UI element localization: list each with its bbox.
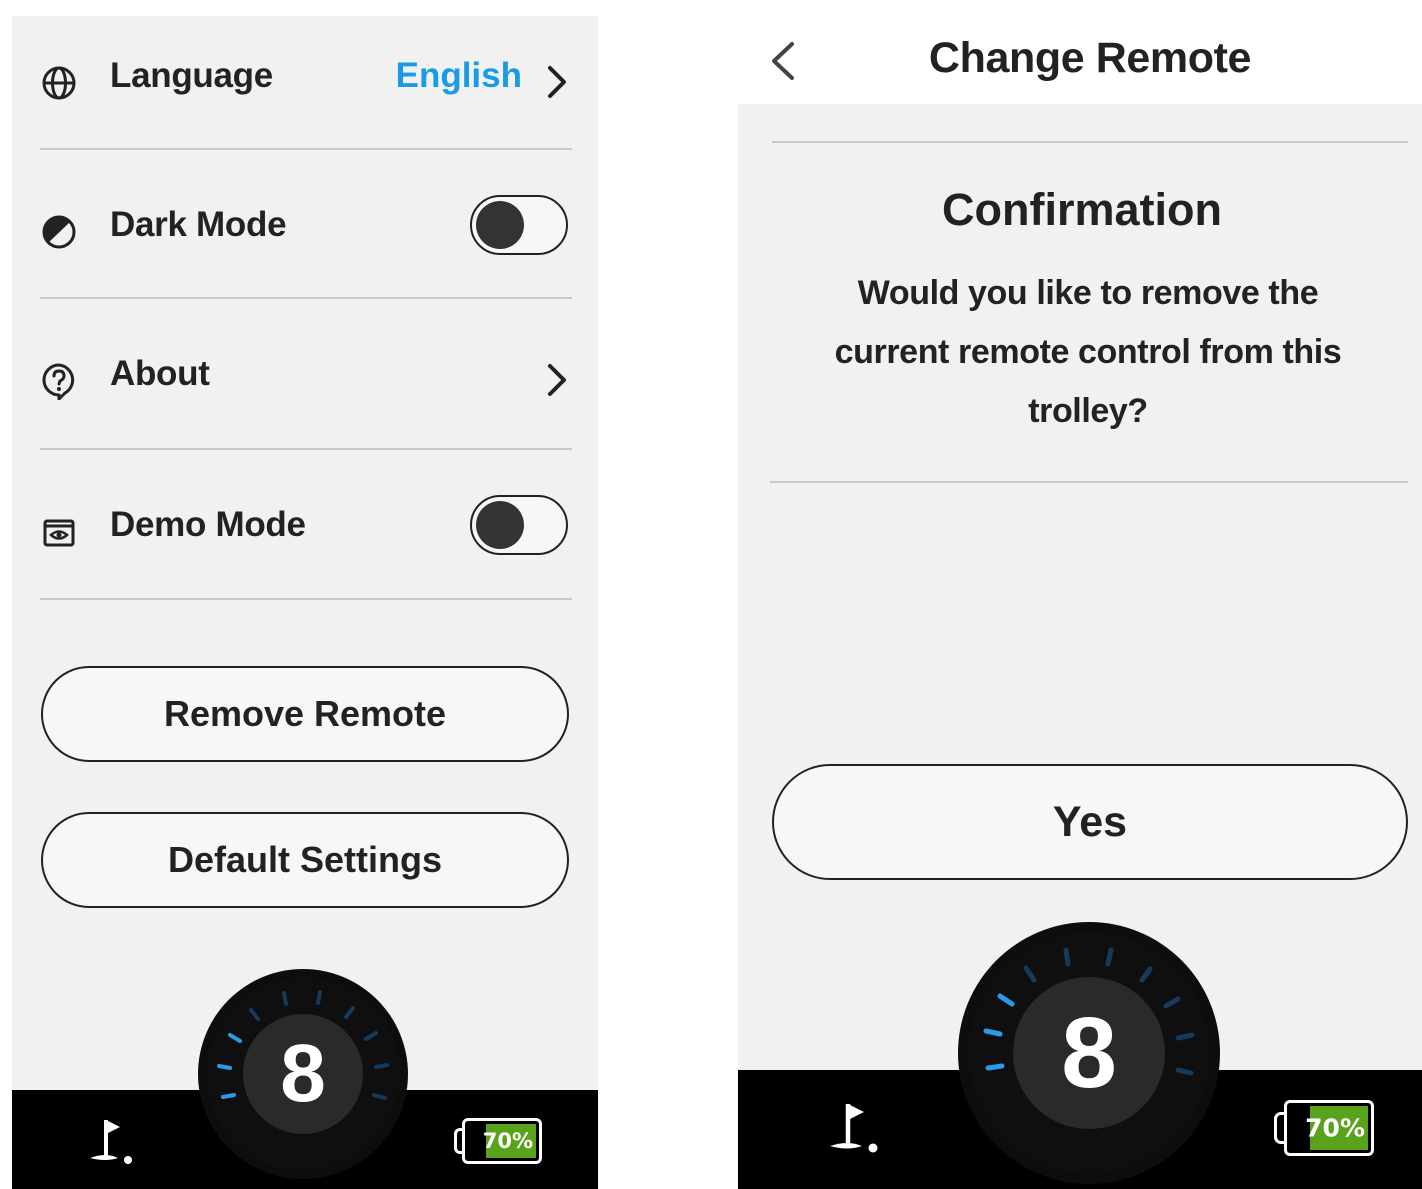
speed-dial[interactable]: 8 bbox=[968, 932, 1210, 1174]
remove-remote-button[interactable]: Remove Remote bbox=[41, 666, 569, 762]
demo-mode-label: Demo Mode bbox=[110, 505, 306, 544]
change-remote-screen: Confirmation Would you like to remove th… bbox=[738, 104, 1422, 1189]
dial-number: 8 bbox=[280, 1028, 326, 1119]
dark-mode-toggle[interactable] bbox=[470, 195, 568, 255]
battery-cap bbox=[454, 1128, 464, 1154]
confirmation-message: Would you like to remove the current rem… bbox=[834, 274, 1342, 430]
back-chevron-icon[interactable] bbox=[766, 38, 798, 84]
battery-percent: 70% bbox=[482, 1129, 533, 1153]
golf-flag-icon[interactable] bbox=[84, 1116, 134, 1168]
question-bubble-icon bbox=[40, 362, 78, 400]
battery-indicator: 70% bbox=[1284, 1100, 1374, 1156]
half-circle-icon bbox=[40, 213, 78, 251]
divider bbox=[40, 448, 572, 450]
divider bbox=[772, 141, 1408, 143]
toggle-knob bbox=[476, 501, 524, 549]
dark-mode-label: Dark Mode bbox=[110, 205, 287, 244]
divider bbox=[770, 481, 1408, 483]
speed-dial[interactable]: 8 bbox=[206, 977, 400, 1171]
dial-number: 8 bbox=[1061, 996, 1117, 1109]
chevron-right-icon[interactable] bbox=[542, 360, 572, 400]
golf-flag-icon[interactable] bbox=[824, 1100, 880, 1158]
toggle-knob bbox=[476, 201, 524, 249]
divider bbox=[40, 148, 572, 150]
demo-mode-row: Demo Mode bbox=[12, 495, 598, 555]
language-row[interactable]: Language English bbox=[12, 46, 598, 106]
dark-mode-row: Dark Mode bbox=[12, 195, 598, 255]
language-value[interactable]: English bbox=[396, 56, 522, 96]
default-settings-button[interactable]: Default Settings bbox=[41, 812, 569, 908]
confirmation-title: Confirmation bbox=[942, 184, 1222, 235]
page-title: Change Remote bbox=[928, 34, 1252, 82]
demo-mode-toggle[interactable] bbox=[470, 495, 568, 555]
eye-box-icon bbox=[40, 513, 78, 551]
globe-icon bbox=[40, 64, 78, 102]
battery-cap bbox=[1274, 1112, 1286, 1144]
battery-indicator: 70% bbox=[462, 1118, 542, 1164]
language-label: Language bbox=[110, 56, 273, 95]
battery-percent: 70% bbox=[1305, 1113, 1365, 1143]
about-row[interactable]: About bbox=[12, 344, 598, 404]
yes-button[interactable]: Yes bbox=[772, 764, 1408, 880]
divider bbox=[40, 297, 572, 299]
divider bbox=[40, 598, 572, 600]
settings-screen: Language English Dark Mode About Demo Mo… bbox=[12, 16, 598, 1189]
about-label: About bbox=[110, 354, 210, 393]
chevron-right-icon[interactable] bbox=[542, 62, 572, 102]
